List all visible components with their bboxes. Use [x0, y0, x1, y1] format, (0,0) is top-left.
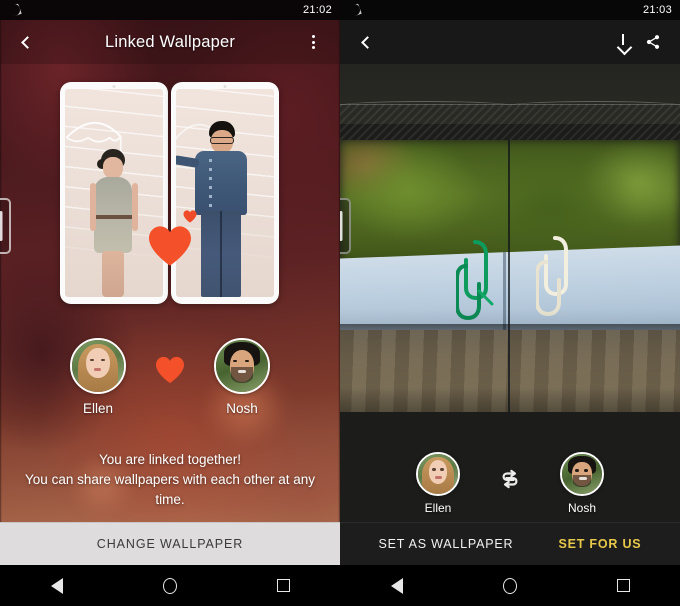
right-status-bar: 21:03: [340, 0, 680, 20]
woman-illustration: [87, 149, 141, 297]
avatar[interactable]: [214, 338, 270, 394]
right-drawer-handle[interactable]: [340, 198, 351, 254]
info-line-3: time.: [155, 492, 185, 507]
chevron-left-icon: [20, 35, 34, 49]
left-phone-screen: 21:02 Linked Wallpaper Ellen Nosh You ar…: [0, 0, 340, 565]
user-cell-0[interactable]: Ellen: [390, 452, 486, 515]
download-button[interactable]: [608, 27, 638, 57]
info-line-2: You can share wallpapers with each other…: [25, 472, 315, 487]
left-nav-bar: [0, 565, 340, 606]
change-wallpaper-label: CHANGE WALLPAPER: [96, 537, 244, 551]
swap-icon: [502, 469, 518, 489]
right-app-bar: [340, 20, 680, 64]
swap-button[interactable]: [486, 452, 534, 490]
nav-back-button[interactable]: [22, 577, 92, 594]
nav-recents-button[interactable]: [588, 579, 658, 592]
crescent-moon-icon: [8, 4, 20, 16]
info-line-1: You are linked together!: [98, 452, 242, 467]
link-heart: [146, 338, 194, 384]
man-illustration: [176, 121, 253, 297]
split-divider-line: [508, 140, 511, 412]
camera-dot-icon: [112, 85, 116, 88]
user-name: Ellen: [82, 401, 114, 416]
nav-home-button[interactable]: [135, 577, 205, 594]
right-nav-bar: [340, 565, 680, 606]
dual-screenshot-container: 21:02 Linked Wallpaper Ellen Nosh You ar…: [0, 0, 680, 565]
user-name: Ellen: [424, 501, 452, 515]
user-name: Nosh: [567, 501, 596, 515]
nav-back-button[interactable]: [362, 577, 432, 594]
glasses-icon: [210, 137, 235, 144]
back-button[interactable]: [352, 27, 382, 57]
user-cell-0[interactable]: Ellen: [50, 338, 146, 416]
user-name: Nosh: [226, 401, 258, 416]
user-cell-1[interactable]: Nosh: [534, 452, 630, 515]
set-as-wallpaper-button[interactable]: SET AS WALLPAPER: [379, 537, 514, 551]
linked-users-row: Ellen Nosh: [340, 452, 680, 515]
left-status-bar: 21:02: [0, 0, 340, 20]
avatar[interactable]: [560, 452, 604, 496]
nav-recents-square-icon: [276, 579, 290, 592]
phone-mockup-right: [171, 82, 279, 304]
status-icons: [348, 4, 360, 16]
heart-icon-small: [183, 210, 197, 223]
crescent-moon-icon: [348, 4, 360, 16]
link-status-text: You are linked together! You can share w…: [0, 450, 340, 510]
system-nav-bars: [0, 565, 680, 606]
share-icon: [646, 35, 660, 49]
phone-mockup-left: [60, 82, 168, 304]
status-clock: 21:02: [302, 4, 332, 16]
avatar[interactable]: [416, 452, 460, 496]
status-icons: [8, 4, 20, 16]
left-drawer-handle[interactable]: [0, 198, 11, 254]
back-button[interactable]: [12, 27, 42, 57]
right-action-bar: SET AS WALLPAPER SET FOR US: [340, 522, 680, 565]
heart-icon: [149, 226, 191, 266]
hatched-overlay-band: [340, 101, 680, 140]
nav-recents-square-icon: [616, 579, 630, 592]
change-wallpaper-button[interactable]: CHANGE WALLPAPER: [0, 522, 340, 565]
wallpaper-photo-preview[interactable]: [340, 140, 680, 412]
page-title: Linked Wallpaper: [104, 32, 236, 51]
set-for-us-button[interactable]: SET FOR US: [558, 537, 641, 551]
status-clock: 21:03: [642, 4, 672, 16]
nav-recents-button[interactable]: [248, 579, 318, 592]
chevron-left-icon: [360, 35, 374, 49]
nav-back-triangle-icon: [390, 577, 403, 594]
nav-back-triangle-icon: [50, 577, 63, 594]
download-icon: [616, 34, 630, 50]
overflow-menu-icon: [311, 35, 315, 49]
wallpaper-preview-mockups[interactable]: [60, 82, 280, 304]
nav-home-button[interactable]: [475, 577, 545, 594]
overflow-menu-button[interactable]: [298, 27, 328, 57]
avatar[interactable]: [70, 338, 126, 394]
nav-home-circle-icon: [502, 577, 517, 594]
right-phone-screen: 21:03 Ellen Nosh SET AS WALLPAPER SET FO…: [340, 0, 680, 565]
left-app-bar: Linked Wallpaper: [0, 20, 340, 64]
nav-home-circle-icon: [162, 577, 177, 594]
heart-icon: [156, 356, 184, 384]
camera-dot-icon: [223, 85, 227, 88]
user-cell-1[interactable]: Nosh: [194, 338, 290, 416]
linked-users-row: Ellen Nosh: [0, 338, 340, 416]
share-button[interactable]: [638, 27, 668, 57]
